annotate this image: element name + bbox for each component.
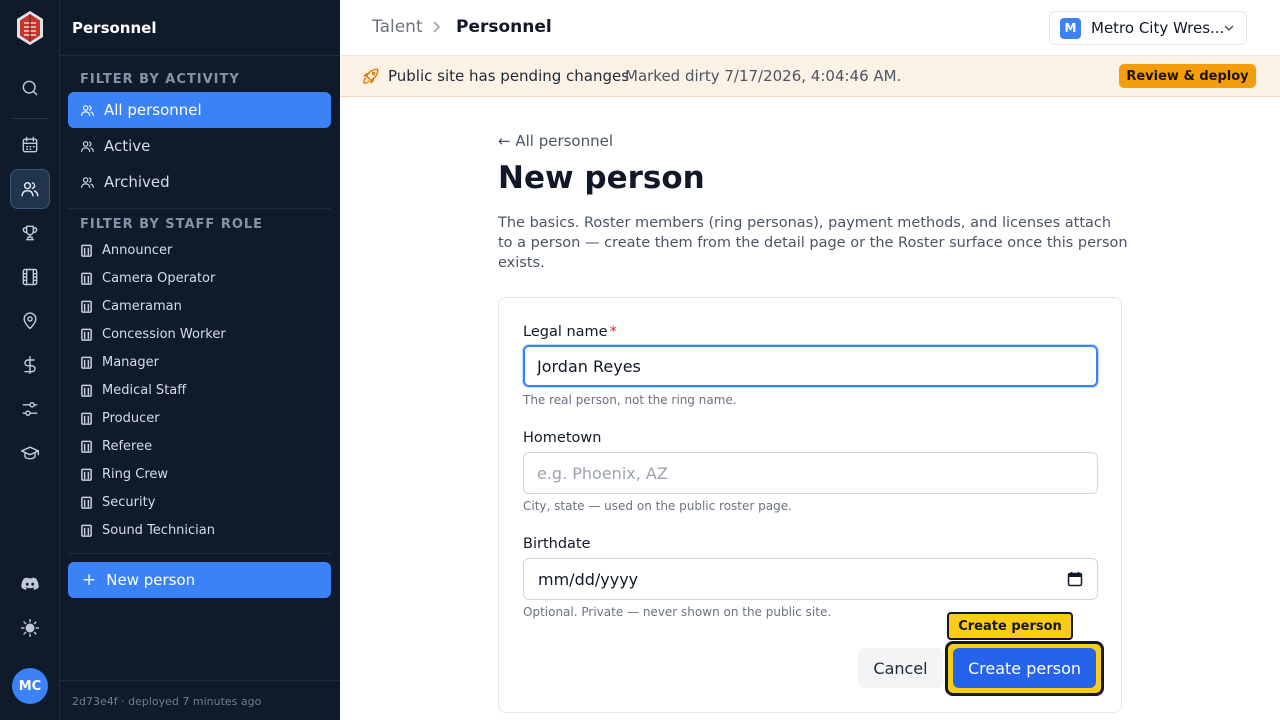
- building-icon: [81, 272, 92, 285]
- sidebar-title: Personnel: [72, 19, 157, 37]
- role-item-announcer[interactable]: Announcer: [80, 240, 172, 260]
- deploy-status: 2d73e4f · deployed 7 minutes ago: [72, 695, 262, 708]
- sidebar-item-label: All personnel: [104, 101, 202, 119]
- create-person-highlight: Create person: [945, 641, 1104, 696]
- sidebar-divider: [60, 55, 340, 56]
- role-item-cameraman[interactable]: Cameraman: [80, 296, 182, 316]
- building-icon: [81, 384, 92, 397]
- role-item-referee[interactable]: Referee: [80, 436, 152, 456]
- role-item-manager[interactable]: Manager: [80, 352, 159, 372]
- birthdate-help: Optional. Private — never shown on the p…: [523, 605, 832, 619]
- dollar-icon[interactable]: [10, 345, 50, 385]
- filter-staff-role-heading: FILTER BY STAFF ROLE: [80, 217, 264, 232]
- users-icon[interactable]: [10, 169, 50, 209]
- icon-rail: MC: [0, 0, 60, 720]
- review-deploy-button[interactable]: Review & deploy: [1119, 64, 1256, 88]
- breadcrumb-talent[interactable]: Talent: [372, 17, 423, 37]
- page-description: The basics. Roster members (ring persona…: [498, 215, 1128, 271]
- role-item-concession-worker[interactable]: Concession Worker: [80, 324, 226, 344]
- role-item-medical-staff[interactable]: Medical Staff: [80, 380, 186, 400]
- rocket-icon: [363, 68, 379, 84]
- avatar[interactable]: MC: [12, 668, 48, 704]
- breadcrumb-current: Personnel: [456, 17, 552, 37]
- top-header: Talent Personnel M Metro City Wres...: [340, 0, 1280, 56]
- required-mark: *: [609, 324, 617, 340]
- hometown-input[interactable]: [523, 452, 1098, 494]
- chevron-down-icon: [1224, 25, 1234, 32]
- birthdate-value: mm/dd/yyyy: [538, 570, 639, 589]
- hometown-label: Hometown: [523, 430, 602, 446]
- org-switcher[interactable]: M Metro City Wres...: [1049, 11, 1247, 45]
- logo-icon[interactable]: [15, 10, 45, 46]
- sidebar-item-label: Archived: [104, 173, 170, 191]
- building-icon: [81, 412, 92, 425]
- birthdate-label: Birthdate: [523, 536, 591, 552]
- birthdate-input[interactable]: mm/dd/yyyy: [523, 558, 1098, 600]
- building-icon: [81, 440, 92, 453]
- role-item-sound-technician[interactable]: Sound Technician: [80, 520, 215, 540]
- trophy-icon[interactable]: [10, 213, 50, 253]
- building-icon: [81, 300, 92, 313]
- new-person-form: Legal name* The real person, not the rin…: [498, 297, 1122, 713]
- filter-activity-heading: FILTER BY ACTIVITY: [80, 72, 240, 87]
- sidebar-divider: [68, 208, 331, 209]
- discord-icon[interactable]: [10, 564, 50, 604]
- building-icon: [81, 244, 92, 257]
- new-person-button[interactable]: + New person: [68, 562, 331, 598]
- building-icon: [81, 468, 92, 481]
- plus-icon: +: [82, 569, 97, 590]
- cancel-button[interactable]: Cancel: [858, 648, 943, 688]
- back-link[interactable]: ← All personnel: [498, 132, 613, 150]
- building-icon: [81, 356, 92, 369]
- calendar-icon[interactable]: [10, 125, 50, 165]
- users-icon: [81, 176, 94, 188]
- sun-icon[interactable]: [10, 608, 50, 648]
- sidebar-item-archived[interactable]: Archived: [68, 164, 331, 200]
- chevron-right-icon: [431, 19, 441, 37]
- create-person-tooltip: Create person: [947, 612, 1073, 640]
- users-icon: [81, 104, 94, 116]
- search-icon[interactable]: [10, 68, 50, 108]
- role-item-security[interactable]: Security: [80, 492, 155, 512]
- role-item-ring-crew[interactable]: Ring Crew: [80, 464, 168, 484]
- sidebar-divider: [60, 680, 340, 681]
- sidebar-item-label: Active: [104, 137, 151, 155]
- sliders-icon[interactable]: [10, 389, 50, 429]
- role-item-camera-operator[interactable]: Camera Operator: [80, 268, 215, 288]
- map-pin-icon[interactable]: [10, 301, 50, 341]
- banner-title: Public site has pending changes: [388, 67, 630, 85]
- graduation-cap-icon[interactable]: [10, 433, 50, 473]
- hometown-help: City, state — used on the public roster …: [523, 499, 792, 513]
- building-icon: [81, 496, 92, 509]
- legal-name-help: The real person, not the ring name.: [523, 393, 737, 407]
- building-icon: [81, 328, 92, 341]
- users-icon: [81, 140, 94, 152]
- legal-name-input[interactable]: [523, 345, 1098, 387]
- personnel-sidebar: Personnel FILTER BY ACTIVITY All personn…: [60, 0, 340, 720]
- banner-timestamp: Marked dirty 7/17/2026, 4:04:46 AM.: [625, 67, 902, 85]
- create-person-button[interactable]: Create person: [953, 648, 1096, 688]
- sidebar-item-active[interactable]: Active: [68, 128, 331, 164]
- sidebar-item-all-personnel[interactable]: All personnel: [68, 92, 331, 128]
- role-item-producer[interactable]: Producer: [80, 408, 160, 428]
- org-name: Metro City Wres...: [1091, 19, 1225, 37]
- sidebar-divider: [68, 553, 331, 554]
- org-badge: M: [1060, 17, 1081, 39]
- pending-changes-banner: Public site has pending changes Marked d…: [340, 56, 1280, 97]
- building-icon: [81, 524, 92, 537]
- page-title: New person: [498, 160, 705, 196]
- legal-name-label: Legal name *: [523, 324, 617, 340]
- film-icon[interactable]: [10, 257, 50, 297]
- rail-divider: [12, 118, 48, 119]
- calendar-icon[interactable]: [1067, 571, 1083, 587]
